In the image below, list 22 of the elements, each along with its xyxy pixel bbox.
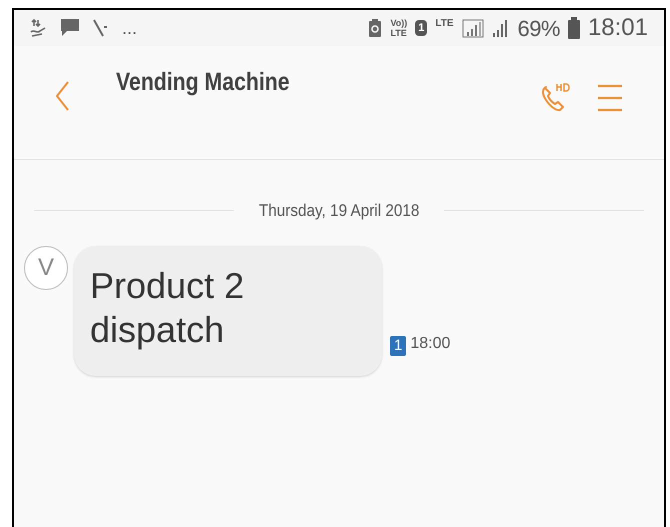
sim-badge: 1 bbox=[390, 336, 406, 356]
data-transfer-icon bbox=[30, 18, 48, 38]
message-bubble: Product 2 dispatch bbox=[74, 246, 382, 376]
battery-saver-icon bbox=[368, 18, 382, 38]
missed-call-icon bbox=[92, 18, 110, 38]
signal-icon bbox=[462, 18, 484, 38]
clock: 18:01 bbox=[588, 13, 648, 43]
sim-indicator: 1 bbox=[415, 20, 428, 36]
more-notifications: ... bbox=[122, 16, 138, 40]
battery-percentage: 69% bbox=[518, 14, 560, 42]
date-divider: Thursday, 19 April 2018 bbox=[258, 200, 420, 222]
message-time: 18:00 bbox=[410, 334, 450, 354]
back-icon bbox=[55, 81, 69, 111]
network-type: LTE bbox=[435, 17, 454, 31]
message-icon bbox=[60, 18, 80, 38]
signal-icon bbox=[492, 18, 510, 38]
contact-avatar[interactable]: V bbox=[24, 246, 68, 290]
conversation-title: Vending Machine bbox=[116, 67, 290, 98]
menu-button[interactable] bbox=[596, 82, 624, 114]
menu-icon bbox=[597, 84, 623, 112]
volte-label: Vo)) LTE bbox=[390, 18, 408, 38]
battery-icon bbox=[568, 17, 580, 39]
